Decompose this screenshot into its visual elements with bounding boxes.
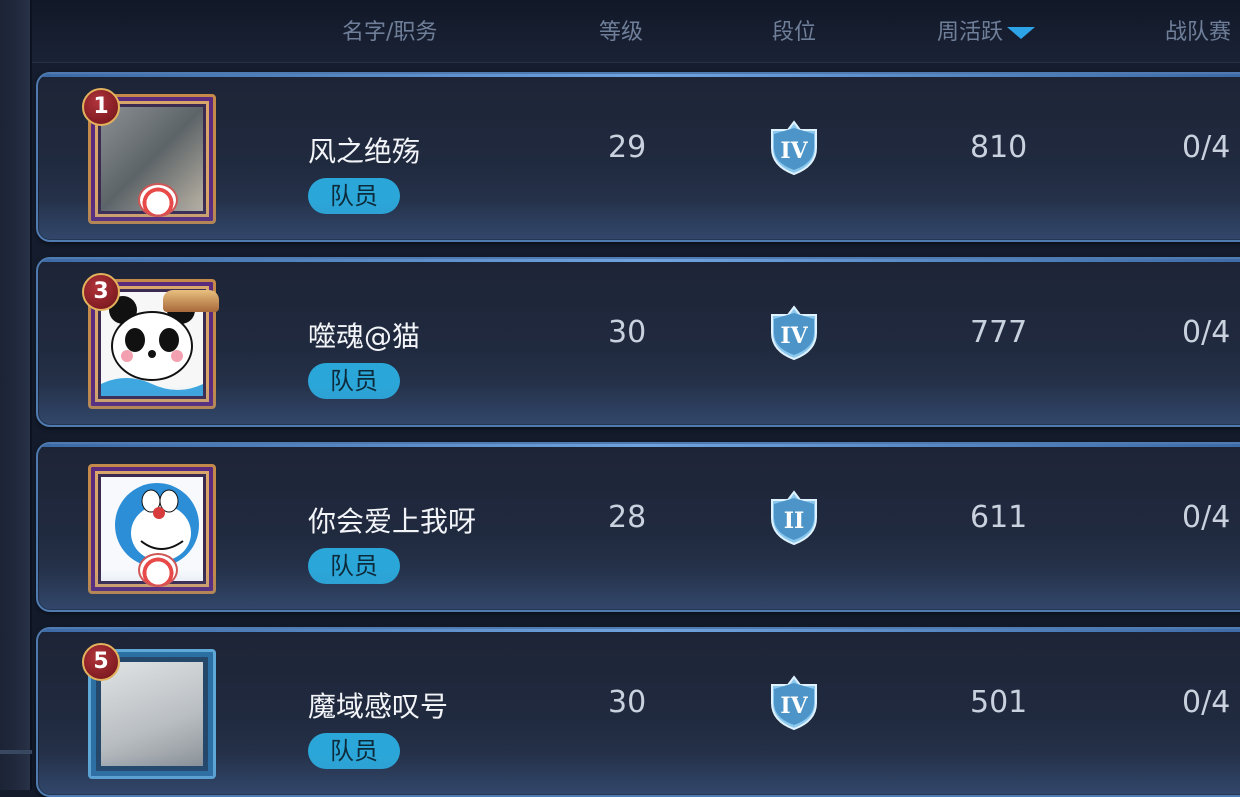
clown-decoration-icon	[138, 183, 178, 217]
tier-shield-icon: IV	[771, 675, 817, 731]
clown-decoration-icon	[138, 553, 178, 587]
member-match: 0/4	[1182, 500, 1231, 535]
tier-label: IV	[780, 138, 808, 164]
tier-label: IV	[780, 693, 808, 719]
member-level: 28	[608, 500, 647, 535]
member-activity: 611	[970, 500, 1028, 535]
rank-badge: 3	[82, 273, 120, 311]
tier-shield-icon: II	[771, 490, 817, 546]
member-name: 风之绝殇	[308, 135, 421, 168]
header-activity[interactable]: 周活跃	[937, 14, 1036, 46]
avatar[interactable]	[88, 464, 216, 594]
header-level[interactable]: 等级	[599, 14, 643, 46]
member-activity: 810	[970, 130, 1028, 165]
header-activity-label: 周活跃	[937, 20, 1004, 45]
role-badge: 队员	[308, 548, 400, 584]
member-row[interactable]: 5 魔域感叹号 队员 30 IV 501 0/4	[36, 627, 1240, 797]
member-name: 魔域感叹号	[308, 690, 449, 723]
header-tier[interactable]: 段位	[772, 14, 816, 46]
rail-notch	[0, 750, 32, 754]
member-activity: 501	[970, 685, 1028, 720]
member-level: 29	[608, 130, 647, 165]
tier-label: IV	[780, 323, 808, 349]
left-rail	[0, 0, 32, 790]
sort-desc-icon	[1007, 27, 1036, 39]
member-name: 噬魂@猫	[308, 320, 421, 353]
header-match[interactable]: 战队赛	[1165, 14, 1231, 46]
member-name: 你会爱上我呀	[308, 505, 477, 538]
role-badge: 队员	[308, 363, 400, 399]
member-match: 0/4	[1182, 130, 1231, 165]
tier-shield-icon: IV	[771, 305, 817, 361]
rank-badge: 5	[82, 643, 120, 681]
member-level: 30	[608, 315, 647, 350]
tier-shield-icon: IV	[771, 120, 817, 176]
member-row[interactable]: 你会爱上我呀 队员 28 II 611 0/4	[36, 442, 1240, 612]
role-badge: 队员	[308, 733, 400, 769]
member-row[interactable]: 1 风之绝殇 队员 29 IV 810 0/4	[36, 72, 1240, 242]
avatar-photo	[101, 662, 203, 766]
member-activity: 777	[970, 315, 1028, 350]
member-match: 0/4	[1182, 685, 1231, 720]
rank-badge: 1	[82, 88, 120, 126]
role-badge: 队员	[308, 178, 400, 214]
member-match: 0/4	[1182, 315, 1231, 350]
crest-banner-icon	[163, 290, 219, 312]
member-row[interactable]: 3 噬魂@猫 队员 30 IV 777 0/4	[36, 257, 1240, 427]
tier-label: II	[784, 508, 805, 534]
table-header: 名字/职务 等级 段位 周活跃 战队赛	[32, 0, 1240, 63]
member-level: 30	[608, 685, 647, 720]
header-name: 名字/职务	[342, 20, 438, 45]
